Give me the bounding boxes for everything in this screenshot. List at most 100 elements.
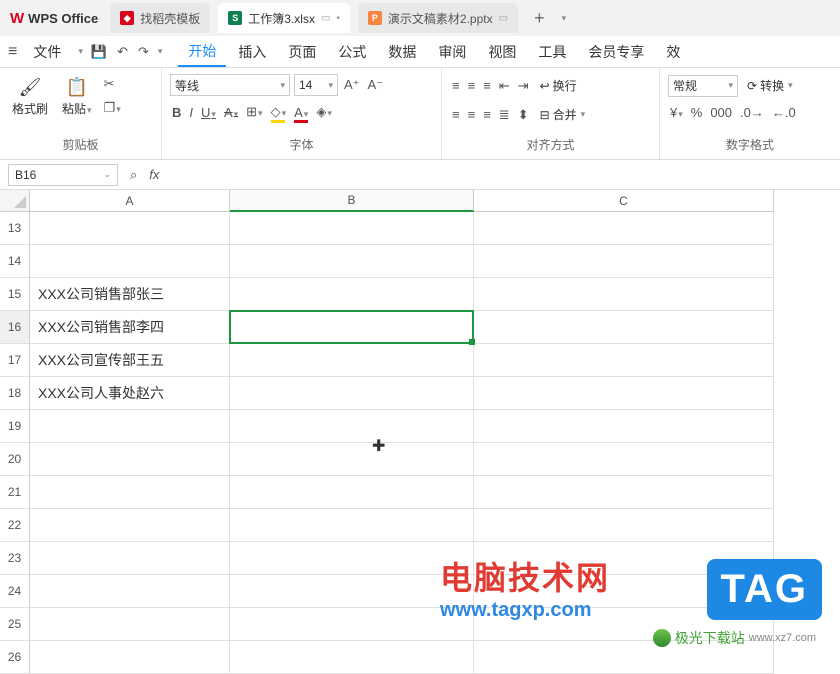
row-header[interactable]: 25 [0, 608, 30, 641]
cell[interactable] [230, 542, 474, 575]
paste-button[interactable]: 📋 粘贴▾ [58, 74, 96, 119]
cell[interactable] [30, 575, 230, 608]
cell[interactable] [30, 245, 230, 278]
menu-more[interactable]: 效 [656, 38, 690, 66]
name-box[interactable]: B16 ⌄ [8, 164, 118, 186]
wrap-text-button[interactable]: ↩ 换行 [535, 74, 582, 97]
col-header-B[interactable]: B [230, 190, 474, 212]
menu-file[interactable]: 文件 [23, 38, 71, 66]
tab-window-icon[interactable]: ▭ [499, 13, 508, 24]
cell[interactable] [230, 377, 474, 410]
merge-cells-button[interactable]: ⊟ 合并▾ [535, 103, 591, 126]
cell[interactable] [30, 641, 230, 674]
format-painter-button[interactable]: 🖌 格式刷 [8, 74, 52, 119]
row-header[interactable]: 21 [0, 476, 30, 509]
align-left-icon[interactable]: ≡ [450, 105, 462, 124]
cell[interactable] [474, 509, 774, 542]
cell[interactable] [474, 377, 774, 410]
cell[interactable] [230, 278, 474, 311]
tab-workbook[interactable]: S 工作簿3.xlsx ▭ • [218, 3, 350, 33]
cell[interactable] [230, 509, 474, 542]
cell[interactable] [230, 443, 474, 476]
underline-button[interactable]: U▾ [199, 103, 218, 122]
menu-tools[interactable]: 工具 [528, 38, 576, 66]
cell[interactable] [230, 641, 474, 674]
align-top-icon[interactable]: ≡ [450, 76, 462, 95]
col-header-A[interactable]: A [30, 190, 230, 212]
save-icon[interactable]: 💾 [89, 42, 109, 62]
align-middle-icon[interactable]: ≡ [466, 76, 478, 95]
row-header[interactable]: 14 [0, 245, 30, 278]
cell[interactable] [230, 476, 474, 509]
font-size-select[interactable]: 14▾ [294, 74, 338, 96]
align-center-icon[interactable]: ≡ [466, 105, 478, 124]
row-header[interactable]: 20 [0, 443, 30, 476]
decrease-decimal-icon[interactable]: ←.0 [770, 103, 798, 122]
new-tab-button[interactable]: + [526, 8, 553, 29]
decrease-font-icon[interactable]: A⁻ [366, 75, 386, 95]
fill-color-button[interactable]: ◇▾ [269, 102, 289, 122]
tab-presentation[interactable]: P 演示文稿素材2.pptx ▭ [358, 3, 518, 33]
justify-icon[interactable]: ≣ [497, 105, 512, 125]
effects-button[interactable]: ◈▾ [314, 102, 334, 122]
indent-decrease-icon[interactable]: ⇤ [497, 76, 512, 96]
row-header[interactable]: 16 [0, 311, 30, 344]
file-chevron-icon[interactable]: ▾ [78, 46, 83, 57]
percent-icon[interactable]: % [689, 103, 705, 122]
menu-formula[interactable]: 公式 [328, 38, 376, 66]
align-bottom-icon[interactable]: ≡ [481, 76, 493, 95]
row-header[interactable]: 24 [0, 575, 30, 608]
currency-icon[interactable]: ¥▾ [668, 103, 685, 122]
cell[interactable] [230, 575, 474, 608]
row-header[interactable]: 15 [0, 278, 30, 311]
select-all-corner[interactable] [0, 190, 30, 212]
border-button[interactable]: ⊞▾ [244, 102, 264, 122]
redo-icon[interactable]: ↷ [136, 42, 151, 62]
copy-icon[interactable]: ❐▾ [102, 98, 123, 118]
cell[interactable] [230, 245, 474, 278]
comma-icon[interactable]: 000 [708, 103, 734, 122]
cut-icon[interactable]: ✂ [102, 74, 123, 94]
formula-input[interactable] [169, 165, 832, 185]
name-box-chevron-icon[interactable]: ⌄ [103, 169, 111, 180]
menu-data[interactable]: 数据 [378, 38, 426, 66]
cell[interactable]: XXX公司销售部李四 [30, 311, 230, 344]
cell[interactable] [474, 344, 774, 377]
cell[interactable] [30, 509, 230, 542]
cell[interactable] [474, 311, 774, 344]
cell[interactable] [230, 311, 474, 344]
cell[interactable] [30, 443, 230, 476]
menu-insert[interactable]: 插入 [228, 38, 276, 66]
cell[interactable] [230, 410, 474, 443]
increase-font-icon[interactable]: A⁺ [342, 75, 362, 95]
col-header-C[interactable]: C [474, 190, 774, 212]
cell[interactable] [30, 608, 230, 641]
align-right-icon[interactable]: ≡ [481, 105, 493, 124]
cell[interactable]: XXX公司人事处赵六 [30, 377, 230, 410]
increase-decimal-icon[interactable]: .0→ [738, 103, 766, 122]
cell[interactable] [474, 443, 774, 476]
row-header[interactable]: 18 [0, 377, 30, 410]
cell-grid[interactable]: XXX公司销售部张三 XXX公司销售部李四 XXX公司宣传部王五 XXX公司人事… [30, 212, 774, 674]
number-format-select[interactable]: 常规▾ [668, 75, 738, 97]
font-color-button[interactable]: A▾ [292, 103, 310, 122]
menu-member[interactable]: 会员专享 [578, 38, 654, 66]
indent-increase-icon[interactable]: ⇥ [516, 76, 531, 96]
hamburger-icon[interactable]: ≡ [8, 43, 17, 61]
font-name-select[interactable]: 等线▾ [170, 74, 290, 96]
row-header[interactable]: 23 [0, 542, 30, 575]
menu-page[interactable]: 页面 [278, 38, 326, 66]
search-icon[interactable]: ⌕ [128, 165, 139, 185]
cell[interactable] [474, 410, 774, 443]
undo-icon[interactable]: ↶ [115, 42, 130, 62]
tab-templates[interactable]: ◆ 找稻壳模板 [110, 3, 210, 33]
cell[interactable] [230, 344, 474, 377]
tab-dot-icon[interactable]: • [336, 13, 340, 24]
row-header[interactable]: 17 [0, 344, 30, 377]
tab-menu-chevron-icon[interactable]: ▾ [562, 13, 567, 24]
menu-view[interactable]: 视图 [478, 38, 526, 66]
bold-button[interactable]: B [170, 103, 183, 122]
strikethrough-button[interactable]: A▾ [222, 103, 240, 122]
cell[interactable] [474, 278, 774, 311]
cell[interactable] [474, 212, 774, 245]
